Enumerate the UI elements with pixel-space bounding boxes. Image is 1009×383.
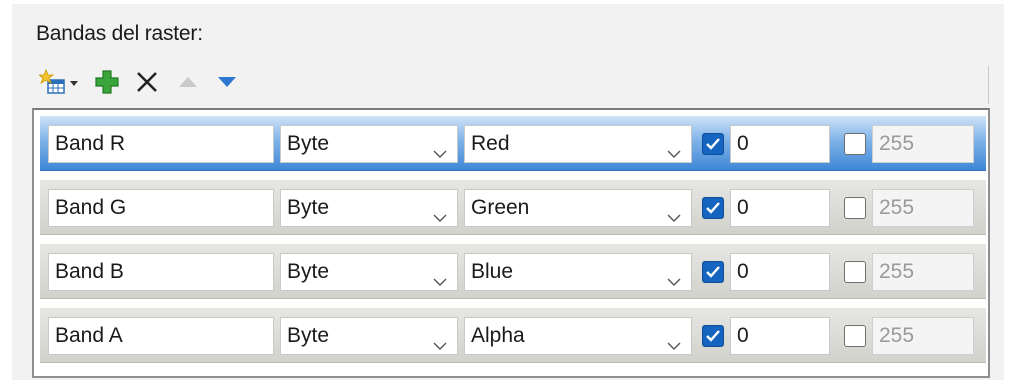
chevron-down-icon [667, 329, 681, 350]
band-name-field[interactable]: Band R [48, 125, 274, 163]
chevron-down-icon [433, 265, 447, 286]
band-row[interactable]: Band B Byte Blue 0 255 [40, 244, 986, 299]
toolbar [32, 64, 989, 104]
band-name-field[interactable]: Band G [48, 189, 274, 227]
band-type-value: Byte [287, 260, 330, 283]
add-band-dropdown-button[interactable] [32, 68, 86, 100]
band-color-select[interactable]: Red [464, 125, 692, 163]
band-type-value: Byte [287, 196, 330, 219]
nodata-max-field: 255 [872, 317, 974, 355]
band-color-select[interactable]: Green [464, 189, 692, 227]
band-color-value: Alpha [471, 324, 525, 347]
move-down-button[interactable] [210, 68, 244, 100]
band-type-select[interactable]: Byte [280, 317, 458, 355]
band-type-select[interactable]: Byte [280, 189, 458, 227]
band-type-value: Byte [287, 132, 330, 155]
new-item-icon [37, 68, 69, 101]
delete-button[interactable] [128, 68, 166, 100]
chevron-down-icon [433, 137, 447, 158]
triangle-up-icon [177, 75, 199, 94]
nodata-min-field[interactable]: 0 [730, 317, 830, 355]
nodata-max-field: 255 [872, 189, 974, 227]
nodata-min-field[interactable]: 0 [730, 125, 830, 163]
band-color-value: Red [471, 132, 510, 155]
nodata-min-field[interactable]: 0 [730, 189, 830, 227]
band-color-value: Blue [471, 260, 514, 283]
band-color-select[interactable]: Alpha [464, 317, 692, 355]
nodata-max-checkbox[interactable] [844, 325, 866, 347]
bands-list: Band R Byte Red 0 255 Band G Byte Green … [32, 108, 990, 378]
triangle-down-icon [216, 75, 238, 94]
band-type-select[interactable]: Byte [280, 253, 458, 291]
nodata-min-checkbox[interactable] [702, 133, 724, 155]
chevron-down-icon [667, 137, 681, 158]
band-name-field[interactable]: Band B [48, 253, 274, 291]
nodata-max-checkbox[interactable] [844, 197, 866, 219]
nodata-max-field: 255 [872, 253, 974, 291]
green-plus-icon [94, 69, 120, 100]
nodata-min-field[interactable]: 0 [730, 253, 830, 291]
band-name-field[interactable]: Band A [48, 317, 274, 355]
dropdown-arrow-icon [69, 75, 79, 93]
nodata-min-checkbox[interactable] [702, 261, 724, 283]
panel-title: Bandas del raster: [36, 22, 203, 45]
nodata-min-checkbox[interactable] [702, 325, 724, 347]
add-button[interactable] [90, 68, 124, 100]
band-color-value: Green [471, 196, 530, 219]
chevron-down-icon [433, 201, 447, 222]
chevron-down-icon [667, 201, 681, 222]
nodata-max-checkbox[interactable] [844, 133, 866, 155]
band-row[interactable]: Band A Byte Alpha 0 255 [40, 308, 986, 363]
nodata-min-checkbox[interactable] [702, 197, 724, 219]
toolbar-divider [988, 66, 989, 104]
chevron-down-icon [433, 329, 447, 350]
chevron-down-icon [667, 265, 681, 286]
close-x-icon [134, 69, 160, 100]
band-color-select[interactable]: Blue [464, 253, 692, 291]
band-type-select[interactable]: Byte [280, 125, 458, 163]
band-row[interactable]: Band G Byte Green 0 255 [40, 180, 986, 235]
move-up-button[interactable] [170, 68, 206, 100]
band-row[interactable]: Band R Byte Red 0 255 [40, 116, 986, 171]
nodata-max-checkbox[interactable] [844, 261, 866, 283]
nodata-max-field: 255 [872, 125, 974, 163]
band-type-value: Byte [287, 324, 330, 347]
